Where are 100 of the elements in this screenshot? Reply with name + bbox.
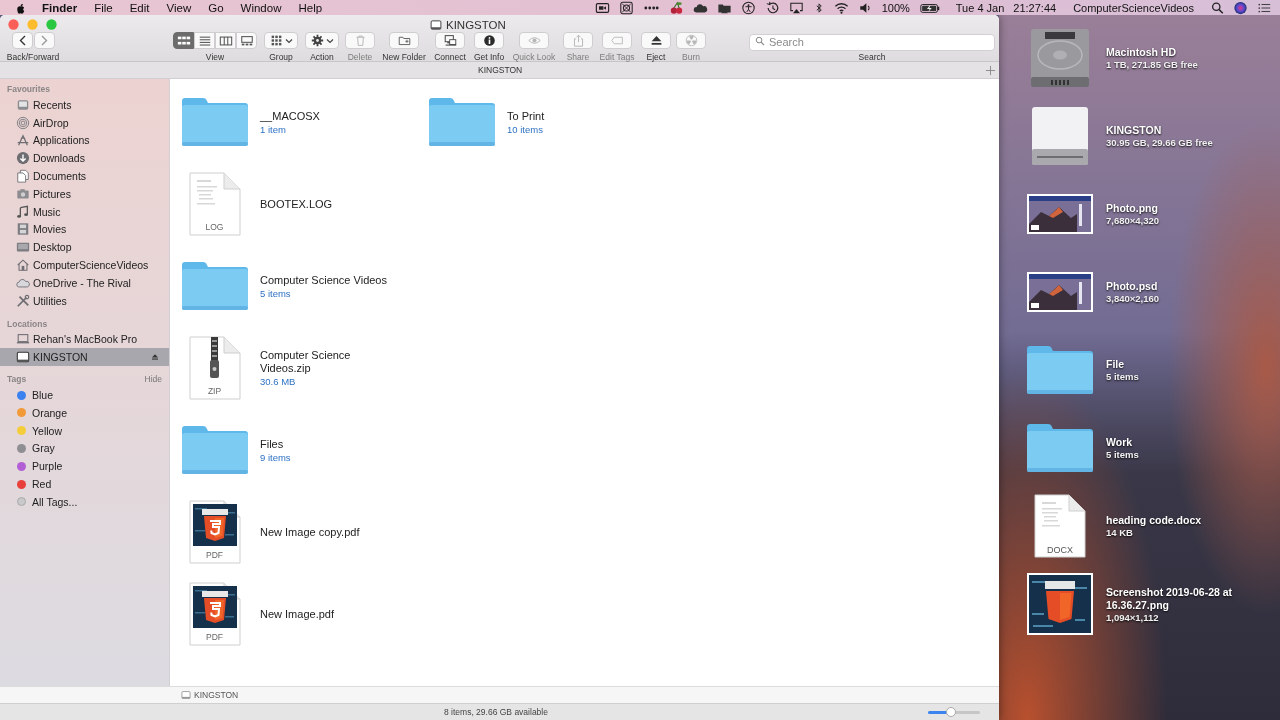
download-icon [16,151,30,166]
sidebar-item[interactable]: ComputerScienceVideos [0,256,169,274]
desktop-item-info: 1,094×1,112 [1106,611,1160,623]
menu-item[interactable]: Edit [129,1,150,14]
sidebar-item[interactable]: Red [0,475,169,493]
pdf-file-icon [188,500,241,564]
menu-item[interactable]: Finder [42,1,78,14]
item-label[interactable]: BOOTEX.LOG [260,197,333,211]
tool-label: Quick Look [512,52,556,62]
icon-size-slider[interactable] [928,710,980,714]
info-icon [482,34,496,47]
file-type-label: PDF [205,632,224,642]
desktop-item-info: 14 KB [1106,527,1134,538]
eject-icon[interactable] [151,353,159,362]
accessibility-icon[interactable] [740,0,756,15]
menu-item[interactable]: Help [298,1,323,14]
folder-icon [180,97,249,147]
file-type-label: ZIP [206,386,223,396]
sidebar-item[interactable]: All Tags... [0,492,169,511]
applications-icon [16,133,30,148]
item-label[interactable]: New Image.pdf [260,607,334,621]
sidebar-heading: Favourites [7,84,50,94]
cherries-icon[interactable] [668,0,684,15]
sidebar-item[interactable]: Rehan's MacBook Pro [0,330,169,349]
menu-item[interactable]: Window [240,1,282,14]
wifi-icon[interactable] [833,0,849,15]
menu-date[interactable]: Tue 4 Jan [955,1,1005,14]
sidebar-item[interactable]: Blue [0,386,169,404]
sidebar-item[interactable]: Applications [0,131,169,150]
status-text: 8 items, 29.66 GB available [444,707,548,717]
user-name[interactable]: ComputerScienceVideos [1073,1,1194,14]
tool-label: Back/Forward [6,52,60,62]
sidebar-item[interactable]: Documents [0,167,169,185]
connect-button[interactable] [435,32,465,49]
item-label[interactable]: Computer Science Videos [260,273,387,287]
tool-label: New Folder [382,52,426,62]
view-mode-button[interactable] [173,32,194,49]
eject-icon [649,34,663,47]
sidebar-item[interactable]: KINGSTON [0,348,169,367]
siri-icon[interactable] [1233,0,1248,15]
share-icon [571,34,585,47]
grid-circle-icon[interactable] [618,0,634,15]
new-folder-button[interactable] [389,32,419,49]
slider-thumb[interactable] [946,706,957,717]
sidebar-item[interactable]: Movies [0,220,169,239]
desktop-item-info: 5 items [1106,449,1139,460]
sidebar-item[interactable]: Downloads [0,149,169,168]
tag-dot [17,497,26,507]
item-label[interactable]: To Print [507,109,545,123]
desktop-item-name[interactable]: Photo.png [1106,202,1160,215]
sidebar-item[interactable]: Music [0,202,169,221]
file-info: 30.6 MB [260,376,297,387]
sidebar-item[interactable]: Orange [0,403,169,422]
sidebar-item[interactable]: Gray [0,439,169,458]
clock-icon[interactable] [764,0,780,15]
search-icon[interactable] [1211,0,1224,15]
desktop-item-name[interactable]: Screenshot 2019-06-28 at 16.36.27.png [1106,585,1266,612]
desktop-item-name[interactable]: Photo.psd [1106,280,1160,293]
window-title: KINGSTON [446,18,506,31]
item-label[interactable]: Computer Science Videos.zip [260,349,402,375]
airplay-icon[interactable] [788,0,804,15]
tool-label: Share [566,52,590,62]
documents-icon [16,169,30,184]
item-label[interactable]: Files [260,437,291,451]
chevron-left-icon [18,35,26,46]
group-button[interactable] [264,32,298,49]
sidebar-item[interactable]: Desktop [0,238,169,257]
network-computer-icon [443,34,457,47]
caret-icon [325,37,334,44]
menu-item[interactable]: View [166,1,192,14]
sidebar-heading: Tags [7,374,27,385]
desktop-item-name[interactable]: Work [1106,436,1139,449]
menu-item[interactable]: File [94,1,113,14]
item-label[interactable]: __MACOSX [260,109,320,123]
tab-title: KINGSTON [478,65,523,75]
sidebar-item[interactable]: Pictures [0,185,169,203]
action-button[interactable] [305,32,339,49]
sidebar-item[interactable]: AirDrop [0,113,169,132]
path-item[interactable]: KINGSTON [194,690,239,700]
trash-icon [353,34,367,47]
menu-item[interactable]: Go [208,1,224,14]
get-info-button[interactable] [474,32,504,49]
close-button[interactable] [8,19,19,30]
back-button[interactable] [11,32,33,49]
video-camera-icon[interactable] [594,0,610,15]
sidebar-item[interactable]: Utilities [0,291,169,310]
sidebar-item[interactable]: Recents [0,96,169,114]
house-icon [16,258,30,273]
sidebar-item[interactable]: Purple [0,457,169,476]
desktop-item-name[interactable]: heading code.docx [1106,514,1202,527]
eject-button[interactable] [641,32,671,49]
desktop-item-name[interactable]: Macintosh HD [1106,46,1198,59]
sidebar-item[interactable]: OneDrive - The Rival [0,273,169,292]
menu-clock[interactable]: 21:27:44 [1013,1,1057,14]
sidebar-item[interactable]: Yellow [0,421,169,440]
desktop-item-name[interactable]: KINGSTON [1106,124,1213,137]
search-field[interactable]: Search [749,33,995,51]
desktop-item-name[interactable]: File [1106,358,1139,371]
item-label[interactable]: New Image copy.pdf [260,525,360,539]
file-type-label: DOCX [1046,545,1074,555]
